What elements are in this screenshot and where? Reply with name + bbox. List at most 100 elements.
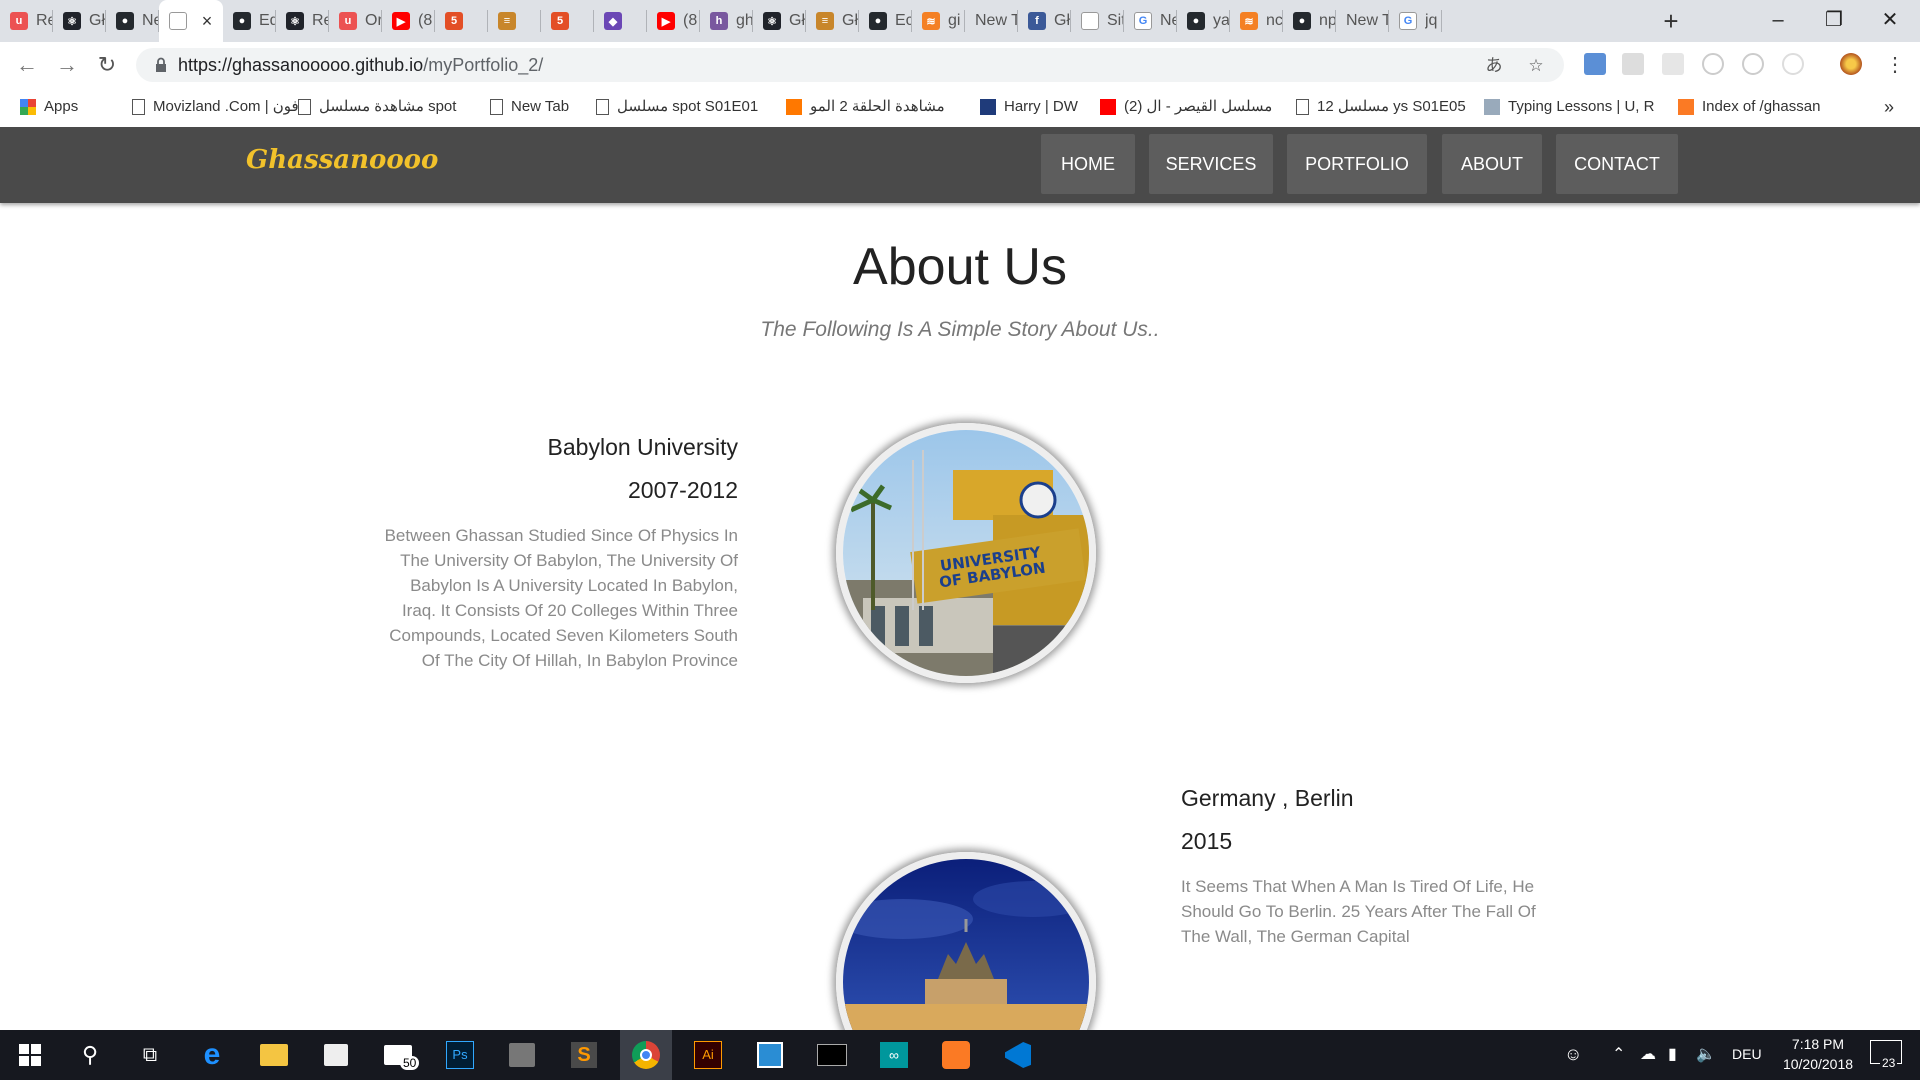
tab[interactable]: Gjq <box>1389 0 1442 42</box>
sublime-text-icon[interactable]: S <box>558 1030 610 1080</box>
edge-icon[interactable]: e <box>186 1030 238 1080</box>
university-building-picture: UNIVERSITY OF BABYLON <box>843 430 1089 676</box>
page-icon <box>298 99 311 115</box>
vscode-icon[interactable] <box>992 1030 1044 1080</box>
clock-date[interactable]: 10/20/2018 <box>1770 1056 1866 1072</box>
translate-icon[interactable]: あ <box>1484 56 1504 76</box>
nav-portfolio[interactable]: PORTFOLIO <box>1287 134 1427 194</box>
tab[interactable]: ◆ <box>594 0 647 42</box>
tab[interactable]: 5 <box>541 0 594 42</box>
photoshop-icon[interactable]: Ps <box>434 1030 486 1080</box>
illustrator-icon[interactable]: Ai <box>682 1030 734 1080</box>
tab[interactable]: ● Ec <box>859 0 912 42</box>
onedrive-icon[interactable]: ☁ <box>1640 1044 1656 1064</box>
tab[interactable]: ≡ Gł <box>806 0 859 42</box>
file-explorer-icon[interactable] <box>248 1030 300 1080</box>
app-icon[interactable] <box>496 1030 548 1080</box>
terminal-icon[interactable] <box>806 1030 858 1080</box>
task-view-icon[interactable]: ⧉ <box>124 1030 176 1080</box>
battery-icon[interactable]: ▮ <box>1668 1044 1677 1064</box>
windows-start-icon[interactable] <box>4 1030 56 1080</box>
tab[interactable]: G Ne <box>1124 0 1177 42</box>
tab[interactable]: ≡ <box>488 0 541 42</box>
arduino-icon[interactable]: ∞ <box>868 1030 920 1080</box>
bookmark-item[interactable]: (2) مسلسل القيصر - ال <box>1100 87 1272 127</box>
tab[interactable]: ⚛ Re <box>276 0 329 42</box>
tab[interactable]: u Or <box>329 0 382 42</box>
tab[interactable]: ▶ (8 <box>647 0 700 42</box>
tab[interactable]: ● ya <box>1177 0 1230 42</box>
bookmark-item[interactable]: Typing Lessons | U, R <box>1484 87 1654 127</box>
tab[interactable]: ● np <box>1283 0 1336 42</box>
forward-button[interactable]: → <box>52 50 82 80</box>
bookmark-item[interactable]: مشاهدة مسلسل spot <box>298 87 456 127</box>
tab[interactable]: ● Ne <box>106 0 159 42</box>
tab[interactable]: ▶ (8 <box>382 0 435 42</box>
bookmarks-more-button[interactable]: » <box>1884 87 1894 127</box>
close-window-button[interactable]: ✕ <box>1862 0 1918 42</box>
site-logo[interactable]: Ghassanoooo <box>246 145 438 175</box>
tab[interactable]: ⚛ Gł <box>53 0 106 42</box>
bookmark-item[interactable]: مسلسل 12 ys S01E05 <box>1296 87 1466 127</box>
restore-button[interactable]: ❐ <box>1806 0 1862 42</box>
bookmark-label: Movizland .Com | فون <box>153 98 299 115</box>
tab[interactable]: ● Ed <box>223 0 276 42</box>
bookmark-item[interactable]: Index of /ghassan <box>1678 87 1820 127</box>
url-text[interactable]: https://ghassanooooo.github.io/myPortfol… <box>178 48 543 82</box>
minimize-button[interactable]: – <box>1750 0 1806 42</box>
tab[interactable]: New Ta <box>965 0 1018 42</box>
extension-icon[interactable] <box>1742 53 1764 75</box>
bookmark-item[interactable]: New Tab <box>490 87 569 127</box>
tab-title: Ec <box>895 12 912 29</box>
new-tab-button[interactable]: + <box>1656 6 1686 36</box>
clock-time[interactable]: 7:18 PM <box>1778 1036 1858 1052</box>
nav-home[interactable]: HOME <box>1041 134 1135 194</box>
app-icon[interactable] <box>744 1030 796 1080</box>
nav-about[interactable]: ABOUT <box>1442 134 1542 194</box>
tab[interactable]: × <box>159 0 223 42</box>
back-button[interactable]: ← <box>12 50 42 80</box>
menu-kebab-icon[interactable]: ⋮ <box>1880 50 1910 80</box>
reload-button[interactable]: ↻ <box>92 50 122 80</box>
tab[interactable]: 5 <box>435 0 488 42</box>
bookmark-item[interactable]: مسلسل spot S01E01 <box>596 87 758 127</box>
tab[interactable]: h gh <box>700 0 753 42</box>
tab[interactable]: Sit <box>1071 0 1124 42</box>
nav-services[interactable]: SERVICES <box>1149 134 1273 194</box>
bookmark-item[interactable]: Harry | DW <box>980 87 1078 127</box>
mail-icon[interactable]: 50 <box>372 1030 424 1080</box>
store-icon[interactable] <box>310 1030 362 1080</box>
search-icon[interactable]: ⚲ <box>64 1030 116 1080</box>
bookmark-label: New Tab <box>511 98 570 115</box>
nav-contact[interactable]: CONTACT <box>1556 134 1678 194</box>
tab[interactable]: f Gł <box>1018 0 1071 42</box>
volume-icon[interactable]: 🔈 <box>1696 1044 1716 1064</box>
burger-icon: ≡ <box>498 12 516 30</box>
bookmark-label: Apps <box>44 98 79 115</box>
page-icon <box>596 99 609 115</box>
language-indicator[interactable]: DEU <box>1732 1046 1762 1062</box>
xampp-icon[interactable] <box>930 1030 982 1080</box>
people-icon[interactable]: ☺ <box>1564 1044 1582 1065</box>
extension-icon[interactable] <box>1782 53 1804 75</box>
pdf-extension-icon[interactable] <box>1622 53 1644 75</box>
extension-icon[interactable] <box>1702 53 1724 75</box>
tray-expand-icon[interactable]: ⌃ <box>1612 1044 1625 1064</box>
bookmark-star-icon[interactable]: ☆ <box>1526 56 1546 76</box>
chrome-taskbar-icon[interactable] <box>620 1030 672 1080</box>
bookmark-item[interactable]: Apps <box>20 87 78 127</box>
tab[interactable]: u Re <box>0 0 53 42</box>
extension-icon[interactable] <box>1584 53 1606 75</box>
tab[interactable]: ⚛ Gł <box>753 0 806 42</box>
tab[interactable]: New Ta <box>1336 0 1389 42</box>
tab-title: Gł <box>1054 12 1070 29</box>
profile-avatar[interactable] <box>1840 53 1862 75</box>
tab[interactable]: ≋ gi <box>912 0 965 42</box>
tab[interactable]: ≋ nc <box>1230 0 1283 42</box>
extension-icon[interactable] <box>1662 53 1684 75</box>
tab-close-icon[interactable]: × <box>197 11 217 32</box>
bookmark-item[interactable]: مشاهدة الحلقة 2 المو <box>786 87 945 127</box>
address-bar[interactable]: https://ghassanooooo.github.io/myPortfol… <box>136 48 1564 82</box>
tab-title: Gł <box>842 12 858 29</box>
bookmark-item[interactable]: Movizland .Com | فون <box>132 87 299 127</box>
